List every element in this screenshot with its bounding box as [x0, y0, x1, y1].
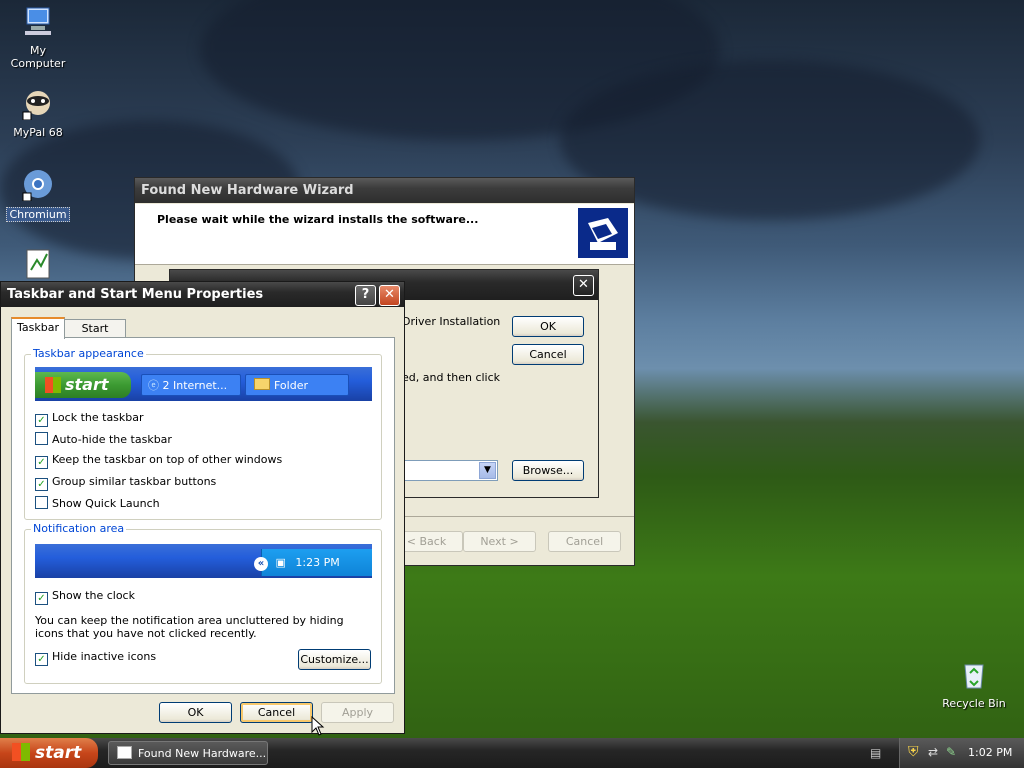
taskbar: start Found New Hardware... ▤ ⛨ ⇄ ✎ 1:02… — [0, 738, 1024, 768]
properties-titlebar[interactable]: Taskbar and Start Menu Properties ? ✕ — [1, 282, 404, 307]
window-icon — [117, 746, 132, 759]
desktop-icon-mypal[interactable]: MyPal 68 — [0, 86, 76, 139]
cancel-button[interactable]: Cancel — [240, 702, 313, 723]
help-icon[interactable]: ? — [355, 285, 376, 306]
tab-start-menu[interactable]: Start Menu — [64, 319, 126, 352]
driver-cancel-button[interactable]: Cancel — [512, 344, 584, 365]
desktop-icon-recycle-bin[interactable]: Recycle Bin — [936, 657, 1012, 710]
notification-preview: « ▣ 1:23 PM — [35, 544, 372, 578]
group-buttons-checkbox[interactable]: ✓ Group similar taskbar buttons — [35, 475, 216, 491]
preview-folder-button: Folder — [245, 374, 349, 396]
start-button[interactable]: start — [0, 738, 98, 768]
taskbar-properties-window: Taskbar and Start Menu Properties ? ✕ Ta… — [0, 281, 405, 734]
auto-hide-checkbox[interactable]: Auto-hide the taskbar — [35, 432, 172, 446]
preview-start-button: start — [35, 372, 131, 398]
apply-button[interactable]: Apply — [321, 702, 394, 723]
show-clock-checkbox[interactable]: ✓ Show the clock — [35, 589, 135, 605]
browse-button[interactable]: Browse... — [512, 460, 584, 481]
security-shield-icon[interactable]: ⛨ — [908, 744, 919, 760]
desktop-icon-my-computer[interactable]: My Computer — [0, 4, 76, 70]
preview-internet-button: ⓔ 2 Internet... — [141, 374, 241, 396]
windows-logo-icon — [45, 377, 61, 393]
wizard-header: Please wait while the wizard installs th… — [135, 204, 634, 265]
wizard-header-text: Please wait while the wizard installs th… — [157, 213, 479, 226]
taskbar-appearance-group: Taskbar appearance start ⓔ 2 Internet...… — [24, 347, 382, 520]
chevron-left-icon: « — [254, 557, 268, 571]
checkmark-icon: ✓ — [35, 478, 48, 491]
taskbar-item-hardware-wizard[interactable]: Found New Hardware... — [108, 741, 268, 765]
close-icon[interactable]: ✕ — [379, 285, 400, 306]
ok-button[interactable]: OK — [159, 702, 232, 723]
computer-icon — [25, 7, 51, 35]
windows-logo-icon — [12, 743, 30, 761]
chevron-down-icon[interactable]: ▼ — [479, 462, 496, 479]
driver-dialog-text-1: Driver Installation — [402, 315, 501, 328]
hardware-wizard-icon — [578, 208, 628, 258]
folder-icon — [254, 378, 270, 390]
desktop-icon-chromium[interactable]: Chromium — [0, 167, 76, 222]
hide-inactive-checkbox[interactable]: ✓ Hide inactive icons — [35, 650, 156, 666]
notepad-plus-icon — [26, 249, 50, 279]
driver-ok-button[interactable]: OK — [512, 316, 584, 337]
hardware-icon[interactable]: ✎ — [946, 745, 956, 759]
clock[interactable]: 1:02 PM — [968, 738, 1012, 768]
checkmark-icon: ✓ — [35, 456, 48, 469]
lock-taskbar-checkbox[interactable]: ✓ Lock the taskbar — [35, 411, 144, 427]
notification-area-group: Notification area « ▣ 1:23 PM ✓ Show the … — [24, 522, 382, 684]
mouse-cursor-icon — [311, 716, 325, 736]
wizard-next-button[interactable]: Next > — [463, 531, 536, 552]
ie-icon: ⓔ — [148, 379, 159, 392]
keep-on-top-checkbox[interactable]: ✓ Keep the taskbar on top of other window… — [35, 453, 282, 469]
network-icon: ▣ — [275, 556, 286, 569]
taskbar-preview: start ⓔ 2 Internet... Folder — [35, 367, 372, 401]
close-icon[interactable]: ✕ — [573, 275, 594, 296]
driver-path-dropdown[interactable]: ▼ — [402, 460, 498, 481]
preview-tray: « ▣ 1:23 PM — [254, 549, 372, 576]
recycle-bin-icon — [964, 664, 984, 689]
system-tray: ⛨ ⇄ ✎ 1:02 PM — [899, 738, 1024, 768]
customize-button[interactable]: Customize... — [298, 649, 371, 670]
checkmark-icon: ✓ — [35, 414, 48, 427]
tab-taskbar[interactable]: Taskbar — [11, 317, 65, 339]
chromium-icon — [22, 170, 52, 202]
quick-launch-checkbox[interactable]: Show Quick Launch — [35, 496, 160, 510]
tab-panel: Taskbar appearance start ⓔ 2 Internet...… — [11, 337, 395, 694]
wizard-titlebar[interactable]: Found New Hardware Wizard — [135, 178, 634, 203]
checkmark-icon: ✓ — [35, 592, 48, 605]
network-icon[interactable]: ⇄ — [928, 745, 938, 759]
notification-description: You can keep the notification area unclu… — [35, 614, 344, 640]
wizard-cancel-button[interactable]: Cancel — [548, 531, 621, 552]
raccoon-icon — [22, 91, 50, 121]
checkmark-icon: ✓ — [35, 653, 48, 666]
keyboard-icon[interactable]: ▤ — [870, 746, 881, 760]
driver-dialog-text-2: ed, and then click — [402, 371, 501, 384]
